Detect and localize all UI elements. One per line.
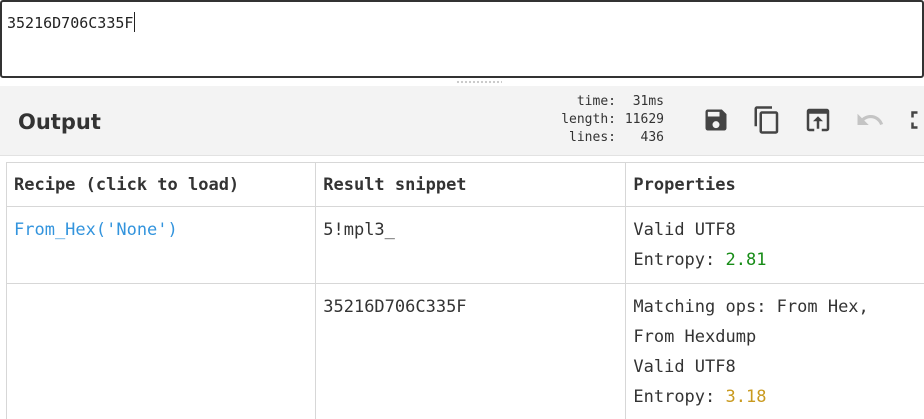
snippet-cell: 35216D706C335F xyxy=(315,283,627,419)
stat-length-label: length: xyxy=(561,112,616,127)
output-header: Output time: 31ms length: 11629 lines: 436 xyxy=(0,86,924,156)
output-title: Output xyxy=(18,110,101,134)
entropy-value: 3.18 xyxy=(725,387,767,407)
stat-length: length: 11629 xyxy=(544,111,664,129)
copy-icon xyxy=(754,106,779,134)
save-button[interactable] xyxy=(698,102,734,138)
entropy-line: Entropy: 3.18 xyxy=(633,382,924,412)
stat-lines: lines: 436 xyxy=(544,129,664,147)
maximise-button[interactable] xyxy=(902,102,924,138)
input-value: 35216D706C335F xyxy=(7,14,134,32)
input-textarea[interactable]: 35216D706C335F xyxy=(0,0,924,78)
property-line: From Hexdump xyxy=(633,327,757,347)
replace-input-button[interactable] xyxy=(800,102,836,138)
stat-lines-label: lines: xyxy=(569,130,616,145)
header-recipe: Recipe (click to load) xyxy=(5,162,317,207)
entropy-label: Entropy: xyxy=(633,387,726,407)
properties-cell: Valid UTF8 Entropy: 2.81 xyxy=(625,206,924,284)
snippet-cell: 5!mpl3_ xyxy=(315,206,627,284)
table-row: From_Hex('None') 5!mpl3_ Valid UTF8 Entr… xyxy=(5,206,924,284)
replace-input-icon xyxy=(806,108,830,132)
recipe-cell xyxy=(5,283,317,419)
entropy-label: Entropy: xyxy=(633,250,726,270)
table-header-row: Recipe (click to load) Result snippet Pr… xyxy=(5,162,924,207)
undo-icon xyxy=(857,113,884,125)
stat-time-value: 31ms xyxy=(632,94,664,109)
input-text[interactable]: 35216D706C335F xyxy=(7,12,136,32)
save-icon xyxy=(705,109,727,131)
header-result-snippet: Result snippet xyxy=(315,162,627,207)
resize-grip[interactable] xyxy=(456,80,502,84)
property-line: Valid UTF8 xyxy=(633,357,736,377)
properties-cell: Matching ops: From Hex, From Hexdump Val… xyxy=(625,283,924,419)
stat-lines-value: 436 xyxy=(640,130,664,145)
entropy-line: Entropy: 2.81 xyxy=(633,245,924,275)
entropy-value: 2.81 xyxy=(725,250,767,270)
recipe-cell: From_Hex('None') xyxy=(5,206,317,284)
stat-time-label: time: xyxy=(576,94,616,109)
copy-button[interactable] xyxy=(749,102,785,138)
header-properties: Properties xyxy=(625,162,924,207)
stat-time: time: 31ms xyxy=(544,93,664,111)
results-table: Recipe (click to load) Result snippet Pr… xyxy=(5,162,924,419)
property-line: Valid UTF8 xyxy=(633,220,736,240)
recipe-link[interactable]: From_Hex('None') xyxy=(14,220,178,240)
property-line: Matching ops: From Hex, xyxy=(633,297,869,317)
stat-length-value: 11629 xyxy=(624,112,664,127)
table-row: 35216D706C335F Matching ops: From Hex, F… xyxy=(5,283,924,419)
undo-button[interactable] xyxy=(852,102,888,138)
text-caret xyxy=(134,12,136,32)
output-stats: time: 31ms length: 11629 lines: 436 xyxy=(544,93,664,147)
maximise-icon xyxy=(911,111,918,129)
